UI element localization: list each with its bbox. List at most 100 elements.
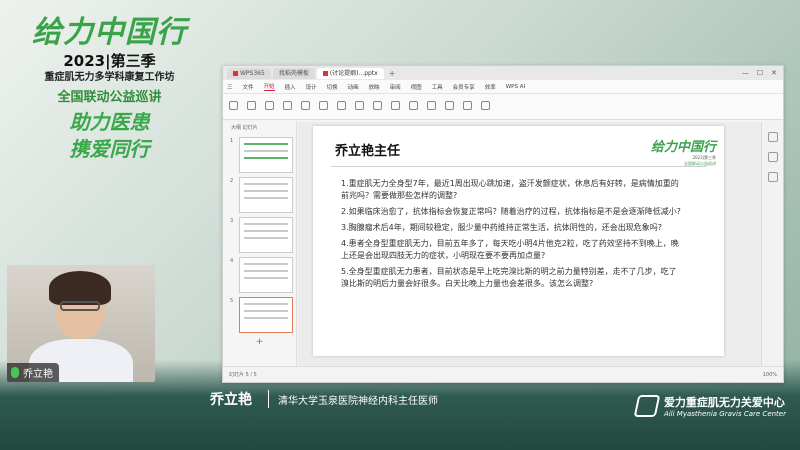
menu-item-animation[interactable]: 动画 (348, 83, 359, 91)
event-slogan-1: 助力医患 (22, 110, 197, 134)
paste-icon (229, 101, 238, 110)
menu-item-wps-ai[interactable]: WPS AI (506, 84, 525, 90)
question-list: 1.重症肌无力全身型7年，最近1周出现心跳加速，盗汗发颤症状，休息后有好转，是病… (341, 178, 681, 294)
current-slide[interactable]: 乔立艳主任 给力中国行 2023|第三季 全国联动公益巡讲 1.重症肌无力全身型… (313, 126, 724, 356)
question-item: 1.重症肌无力全身型7年，最近1周出现心跳加速，盗汗发颤症状，休息后有好转，是病… (341, 178, 681, 202)
thumbnail-panel-header: 大纲 幻灯片 (223, 122, 296, 133)
question-item: 3.胸腺瘤术后4年，期间较稳定，服少量中药维持正常生活，抗体阴性的，还会出现危象… (341, 222, 681, 234)
maximize-icon[interactable]: ☐ (757, 69, 763, 77)
cut-button[interactable] (247, 101, 256, 112)
wps-presentation-window: WPS365 找稻壳模板 (讨论提纲)...pptx + — ☐ ✕ 三 文件 … (222, 65, 784, 383)
webcam-name-tag: 乔立艳 (7, 363, 59, 382)
menu-item-slideshow[interactable]: 放映 (369, 83, 380, 91)
slide-thumbnail-panel: 大纲 幻灯片 1 2 3 4 5 + (223, 122, 297, 368)
wps-icon (233, 71, 238, 76)
close-icon[interactable]: ✕ (771, 69, 777, 77)
property-icon[interactable] (768, 132, 778, 142)
shape-button[interactable] (409, 101, 418, 112)
slide-thumbnail[interactable]: 2 (239, 177, 293, 213)
copy-icon (265, 101, 274, 110)
question-item: 4.患者全身型重症肌无力，目前五年多了，每天吃小明4片他克2粒，吃了药效坚持不到… (341, 238, 681, 262)
italic-icon (355, 101, 364, 110)
organization-logo: 爱力重症肌无力关爱中心 Aili Myasthenia Gravis Care … (636, 394, 786, 418)
webcam-speaker-name: 乔立艳 (23, 365, 53, 380)
shape-icon (409, 101, 418, 110)
layout-icon (319, 101, 328, 110)
menu-item-hamburger[interactable]: 三 (227, 83, 233, 91)
event-branding: 给力中国行 2023|第三季 重症肌无力多学科康复工作坊 全国联动公益巡讲 助力… (22, 14, 197, 161)
menu-item-member[interactable]: 会员专享 (453, 83, 475, 91)
menu-item-insert[interactable]: 插入 (285, 83, 296, 91)
add-slide-button[interactable]: + (223, 337, 296, 347)
event-slogan-2: 携爱同行 (22, 137, 197, 161)
tab-presentation[interactable]: (讨论提纲)...pptx (317, 68, 384, 79)
menu-item-review[interactable]: 审阅 (390, 83, 401, 91)
new-slide-button[interactable] (301, 101, 310, 112)
organization-name-cn: 爱力重症肌无力关爱中心 (664, 394, 786, 410)
menu-item-home[interactable]: 开始 (264, 82, 275, 91)
event-logo: 给力中国行 (22, 14, 197, 52)
minimize-icon[interactable]: — (742, 69, 749, 77)
arrange-icon (463, 101, 472, 110)
picture-icon (427, 101, 436, 110)
italic-button[interactable] (355, 101, 364, 112)
microphone-icon (11, 367, 19, 378)
picture-button[interactable] (427, 101, 436, 112)
slide-thumbnail[interactable]: 3 (239, 217, 293, 253)
copy-button[interactable] (265, 101, 274, 112)
new-tab-button[interactable]: + (386, 69, 399, 78)
slide-thumbnail-active[interactable]: 5 (239, 297, 293, 333)
ribbon-toolbar (223, 94, 783, 120)
slide-thumbnail[interactable]: 1 (239, 137, 293, 173)
organization-name-en: Aili Myasthenia Gravis Care Center (664, 410, 786, 418)
menu-item-view[interactable]: 视图 (411, 83, 422, 91)
brush-icon (283, 101, 292, 110)
right-side-toolbar (761, 122, 783, 368)
underline-button[interactable] (373, 101, 382, 112)
speaker-glasses (60, 301, 100, 311)
status-bar: 幻灯片 5 / 5 100% (223, 366, 783, 382)
slide-icon (301, 101, 310, 110)
event-tour: 全国联动公益巡讲 (22, 89, 197, 107)
menu-item-tools[interactable]: 工具 (432, 83, 443, 91)
menu-item-design[interactable]: 设计 (306, 83, 317, 91)
tab-bar: WPS365 找稻壳模板 (讨论提纲)...pptx + — ☐ ✕ (223, 66, 783, 80)
tab-templates[interactable]: 找稻壳模板 (273, 68, 315, 79)
slide-canvas: 乔立艳主任 给力中国行 2023|第三季 全国联动公益巡讲 1.重症肌无力全身型… (298, 122, 761, 368)
find-button[interactable] (481, 101, 490, 112)
organization-icon (634, 395, 661, 417)
menu-item-file[interactable]: 文件 (243, 83, 254, 91)
speaker-hair (49, 271, 111, 305)
menu-bar: 三 文件 开始 插入 设计 切换 动画 放映 审阅 视图 工具 会员专享 效率 … (223, 80, 783, 94)
slide-logo: 给力中国行 2023|第三季 全国联动公益巡讲 (651, 136, 716, 167)
menu-item-transition[interactable]: 切换 (327, 83, 338, 91)
arrange-button[interactable] (463, 101, 472, 112)
underline-icon (373, 101, 382, 110)
question-item: 5.全身型重症肌无力患者，目前状态是早上吃完溴比斯的明之前力量特别差，走不了几步… (341, 266, 681, 290)
bold-icon (337, 101, 346, 110)
speaker-webcam: 乔立艳 (7, 265, 155, 382)
textbox-button[interactable] (445, 101, 454, 112)
paste-button[interactable] (229, 101, 238, 112)
align-button[interactable] (391, 101, 400, 112)
tab-wps365[interactable]: WPS365 (227, 68, 271, 79)
event-subtitle: 重症肌无力多学科康复工作坊 (22, 70, 197, 85)
lower-third-divider (268, 390, 269, 408)
ppt-icon (323, 71, 328, 76)
question-item: 2.如果临床治愈了，抗体指标会恢复正常吗？随着治疗的过程，抗体指标是不是会逐渐降… (341, 206, 681, 218)
speaker-title: 清华大学玉泉医院神经内科主任医师 (278, 392, 438, 407)
slide-divider (331, 166, 706, 167)
format-painter-button[interactable] (283, 101, 292, 112)
slide-title: 乔立艳主任 (335, 140, 400, 159)
search-icon (481, 101, 490, 110)
share-icon[interactable] (768, 172, 778, 182)
layout-button[interactable] (319, 101, 328, 112)
window-controls: — ☐ ✕ (742, 69, 783, 77)
cut-icon (247, 101, 256, 110)
slide-thumbnail[interactable]: 4 (239, 257, 293, 293)
textbox-icon (445, 101, 454, 110)
bold-button[interactable] (337, 101, 346, 112)
zoom-level[interactable]: 100% (763, 372, 777, 378)
animation-pane-icon[interactable] (768, 152, 778, 162)
menu-item-efficiency[interactable]: 效率 (485, 83, 496, 91)
